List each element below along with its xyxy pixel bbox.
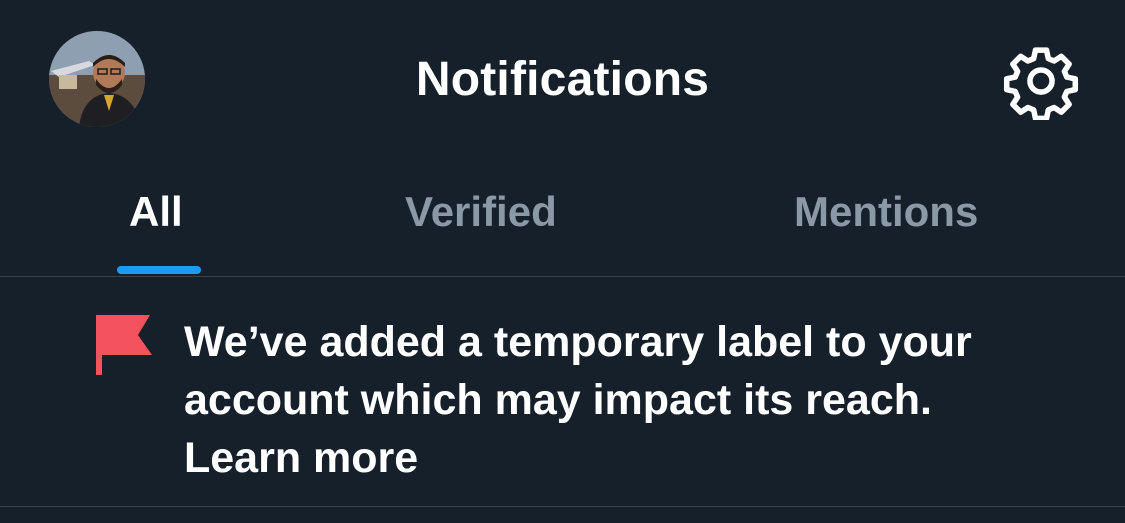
tab-verified[interactable]: Verified <box>330 170 650 276</box>
header: Notifications <box>0 0 1125 160</box>
gear-icon <box>1003 47 1079 120</box>
notification-tabs: All Verified Mentions <box>0 170 1125 276</box>
account-label-notice[interactable]: We’ve added a temporary label to your ac… <box>0 277 1125 506</box>
notice-line-1: We’ve added a temporary label to your <box>184 318 972 366</box>
flag-icon <box>94 315 156 375</box>
avatar[interactable] <box>49 31 145 127</box>
page-title: Notifications <box>415 53 710 106</box>
avatar-image <box>49 31 145 127</box>
tab-all[interactable]: All <box>60 170 260 276</box>
tab-label: Mentions <box>794 188 979 235</box>
notifications-screen: Notifications All Verified Mentions We’v… <box>0 0 1125 523</box>
tab-mentions[interactable]: Mentions <box>740 170 1060 276</box>
active-tab-indicator <box>117 266 201 274</box>
notice-text: We’ve added a temporary label to your ac… <box>184 313 1084 487</box>
settings-button[interactable] <box>1002 42 1080 120</box>
learn-more-link[interactable]: Learn more <box>184 429 418 487</box>
notice-divider <box>0 506 1125 507</box>
tab-label: All <box>129 188 183 235</box>
notice-line-2: account which may impact its reach. <box>184 376 932 424</box>
tab-label: Verified <box>405 188 557 235</box>
